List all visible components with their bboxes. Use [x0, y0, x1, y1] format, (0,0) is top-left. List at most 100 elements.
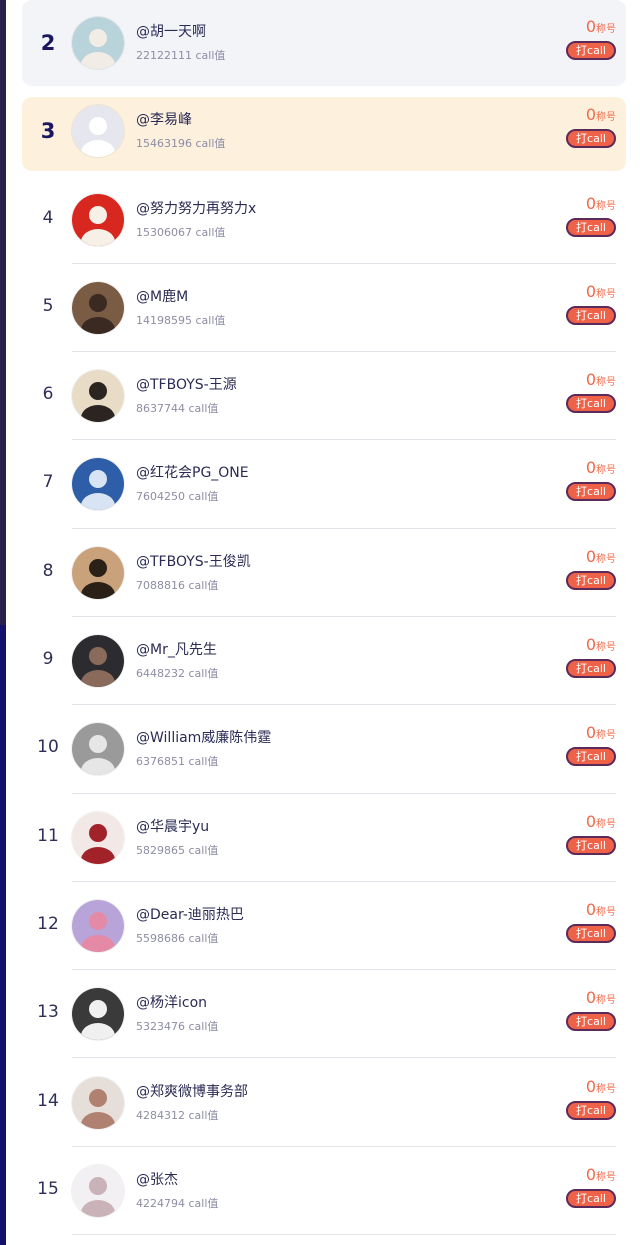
title-count-number: 0	[585, 370, 596, 390]
avatar[interactable]	[72, 458, 124, 511]
rank-number: 14	[37, 1090, 59, 1111]
title-count: 0称号	[586, 370, 616, 389]
title-count: 0称号	[586, 458, 616, 477]
call-score: 14198595 call值	[136, 313, 226, 327]
cheer-button[interactable]: 打call	[566, 1188, 616, 1208]
user-name[interactable]: @红花会PG_ONE	[136, 462, 249, 482]
title-count: 0称号	[586, 194, 616, 213]
avatar[interactable]	[72, 370, 124, 423]
ranking-row[interactable]: 7 @红花会PG_ONE 7604250 call值 0称号 打call	[6, 440, 640, 529]
cheer-button[interactable]: 打call	[566, 923, 616, 943]
ranking-row[interactable]: 11 @华晨宇yu 5829865 call值 0称号 打call	[6, 794, 640, 882]
user-name[interactable]: @Mr_凡先生	[136, 639, 217, 659]
cheer-button[interactable]: 打call	[566, 659, 616, 679]
avatar[interactable]	[72, 988, 124, 1041]
ranking-row[interactable]: 5 @M鹿M 14198595 call值 0称号 打call	[6, 264, 640, 353]
title-count: 0称号	[586, 988, 616, 1007]
ranking-row[interactable]: 8 @TFBOYS-王俊凯 7088816 call值 0称号 打call	[6, 529, 640, 617]
user-name[interactable]: @TFBOYS-王源	[136, 374, 237, 394]
avatar[interactable]	[72, 1076, 124, 1129]
title-count-number: 0	[585, 17, 596, 36]
rank-number: 12	[37, 913, 59, 934]
avatar-image	[72, 105, 124, 158]
avatar-image	[72, 899, 124, 952]
call-score: 5829865 call值	[136, 843, 219, 857]
ranking-row[interactable]: 14 @郑爽微博事务部 4284312 call值 0称号 打call	[6, 1058, 640, 1147]
title-count-unit: 称号	[596, 730, 616, 742]
title-count-unit: 称号	[596, 288, 616, 300]
cheer-button[interactable]: 打call	[566, 394, 616, 414]
cheer-button[interactable]: 打call	[566, 1100, 616, 1120]
avatar[interactable]	[72, 899, 124, 952]
avatar[interactable]	[72, 546, 124, 599]
cheer-button[interactable]: 打call	[566, 41, 616, 60]
cheer-button[interactable]: 打call	[566, 747, 616, 767]
cheer-button[interactable]: 打call	[566, 835, 616, 855]
rank-number: 5	[42, 295, 54, 316]
call-score: 7088816 call值	[136, 578, 219, 592]
user-name[interactable]: @华晨宇yu	[136, 816, 209, 836]
cheer-button[interactable]: 打call	[566, 570, 616, 590]
title-count: 0称号	[586, 17, 616, 36]
avatar[interactable]	[72, 105, 124, 158]
title-count-number: 0	[585, 635, 596, 655]
call-score: 22122111 call值	[136, 49, 226, 62]
title-count-number: 0	[585, 281, 596, 301]
user-name[interactable]: @TFBOYS-王俊凯	[136, 551, 251, 571]
user-name[interactable]: @郑爽微博事务部	[136, 1081, 248, 1101]
cheer-button[interactable]: 打call	[566, 305, 616, 325]
row-divider	[72, 1234, 616, 1236]
avatar-image	[72, 635, 124, 688]
avatar[interactable]	[72, 17, 124, 69]
title-count-unit: 称号	[596, 377, 616, 389]
ranking-row[interactable]: 10 @William威廉陈伟霆 6376851 call值 0称号 打call	[6, 705, 640, 794]
user-name[interactable]: @胡一天啊	[136, 21, 206, 41]
title-count: 0称号	[586, 1077, 616, 1096]
ranking-row[interactable]: 4 @努力努力再努力x 15306067 call值 0称号 打call	[6, 175, 640, 264]
user-name[interactable]: @杨洋icon	[136, 992, 207, 1012]
ranking-row[interactable]: 12 @Dear-迪丽热巴 5598686 call值 0称号 打call	[6, 882, 640, 971]
user-name[interactable]: @Dear-迪丽热巴	[136, 904, 244, 924]
ranking-row[interactable]: 2 @胡一天啊 22122111 call值 0称号 打call	[6, 0, 640, 87]
user-name[interactable]: @李易峰	[136, 109, 192, 129]
title-count-unit: 称号	[596, 112, 616, 124]
ranking-row[interactable]: 9 @Mr_凡先生 6448232 call值 0称号 打call	[6, 617, 640, 706]
ranking-row[interactable]: 13 @杨洋icon 5323476 call值 0称号 打call	[6, 970, 640, 1059]
ranking-row[interactable]: 6 @TFBOYS-王源 8637744 call值 0称号 打call	[6, 352, 640, 441]
user-name[interactable]: @张杰	[136, 1169, 178, 1189]
title-count-unit: 称号	[596, 995, 616, 1007]
title-count-number: 0	[585, 811, 596, 831]
avatar-image	[72, 1076, 124, 1129]
cheer-button[interactable]: 打call	[566, 482, 616, 502]
rank-number: 3	[40, 119, 56, 144]
title-count-number: 0	[585, 988, 596, 1008]
avatar[interactable]	[72, 281, 124, 334]
rank-number: 11	[37, 825, 59, 846]
rank-number: 10	[37, 737, 59, 758]
ranking-row[interactable]: 3 @李易峰 15463196 call值 0称号 打call	[6, 87, 640, 175]
cheer-button[interactable]: 打call	[566, 1012, 616, 1032]
rank-number: 15	[37, 1178, 59, 1199]
title-count-number: 0	[585, 1164, 596, 1184]
title-count: 0称号	[586, 282, 616, 301]
ranking-row[interactable]: 15 @张杰 4224794 call值 0称号 打call	[6, 1147, 640, 1236]
avatar[interactable]	[72, 193, 124, 246]
avatar[interactable]	[72, 1164, 124, 1217]
avatar-image	[72, 546, 124, 599]
title-count-number: 0	[585, 105, 596, 125]
title-count-number: 0	[585, 723, 596, 743]
title-count-unit: 称号	[596, 906, 616, 918]
user-name[interactable]: @努力努力再努力x	[136, 198, 256, 218]
rank-number: 4	[42, 207, 54, 228]
avatar[interactable]	[72, 723, 124, 776]
avatar-image	[72, 811, 124, 864]
call-score: 6376851 call值	[136, 755, 219, 769]
user-name[interactable]: @M鹿M	[136, 286, 188, 306]
avatar[interactable]	[72, 811, 124, 864]
cheer-button[interactable]: 打call	[566, 217, 616, 237]
cheer-button[interactable]: 打call	[566, 129, 616, 149]
avatar[interactable]	[72, 635, 124, 688]
call-score: 4284312 call值	[136, 1108, 219, 1122]
avatar-image	[72, 370, 124, 423]
user-name[interactable]: @William威廉陈伟霆	[136, 727, 271, 747]
